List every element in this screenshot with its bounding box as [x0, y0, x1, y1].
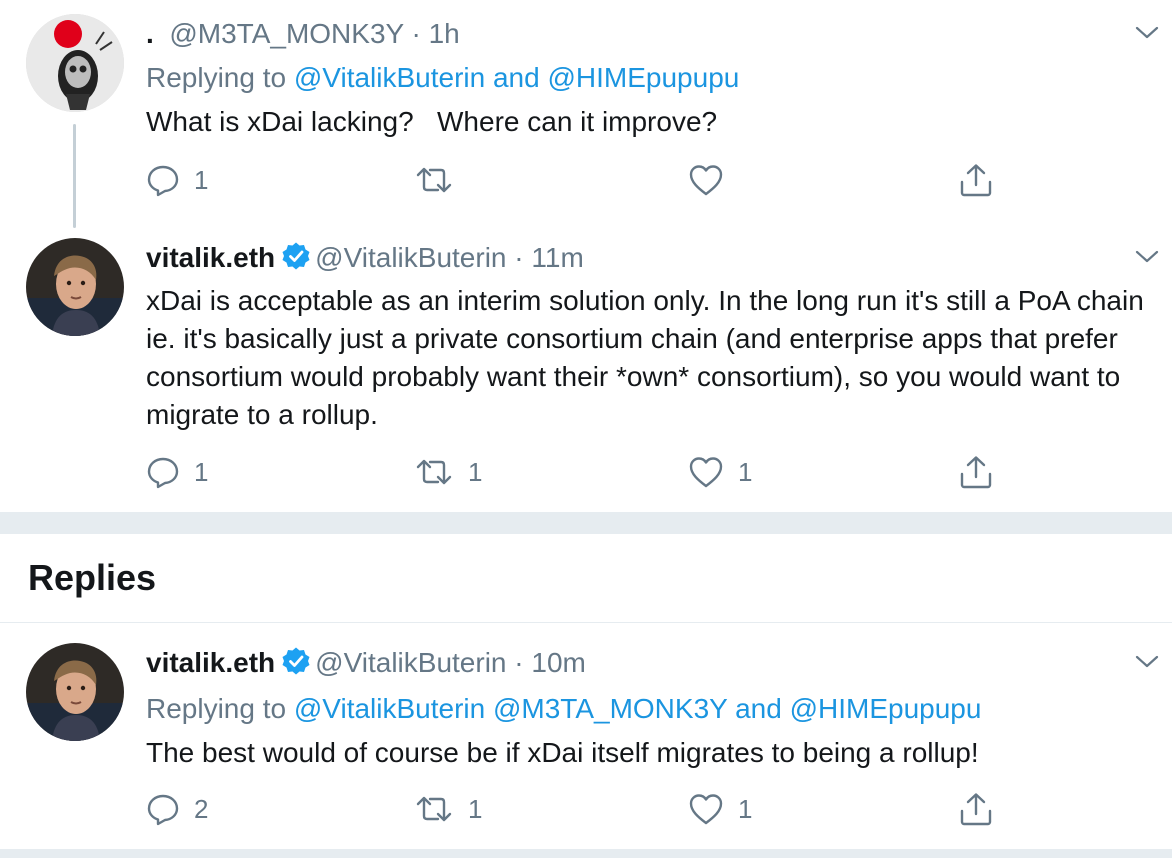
retweet-button[interactable]: 1	[414, 454, 482, 490]
separator-dot: ·	[514, 242, 532, 273]
separator-dot: ·	[411, 18, 429, 49]
retweet-icon	[416, 167, 452, 193]
share-icon	[960, 793, 992, 826]
tweet-header: . @M3TA_MONK3Y · 1h	[146, 16, 460, 52]
avatar-m3ta-monk3y[interactable]	[26, 14, 124, 112]
handle[interactable]: @VitalikButerin	[315, 242, 506, 273]
vitalik-avatar-image	[26, 238, 124, 336]
share-button[interactable]	[958, 454, 994, 490]
retweet-icon	[416, 796, 452, 822]
retweet-button[interactable]: 1	[414, 791, 482, 827]
chevron-down-icon[interactable]	[1134, 651, 1160, 671]
like-button[interactable]: 1	[688, 454, 752, 490]
retweet-count: 1	[468, 456, 483, 487]
replies-heading: Replies	[28, 557, 157, 598]
vitalik-avatar-image	[26, 643, 124, 741]
tweet-text: The best would of course be if xDai itse…	[146, 737, 979, 768]
like-icon	[689, 457, 723, 488]
like-icon	[689, 794, 723, 825]
timestamp[interactable]: 10m	[531, 647, 585, 678]
replying-to-label: Replying to	[146, 62, 287, 93]
tweet-header: vitalik.eth @VitalikButerin · 10m	[146, 645, 586, 681]
like-count: 1	[738, 793, 753, 824]
tweet-text: What is xDai lacking? Where can it impro…	[146, 106, 718, 137]
tweet-m3ta-monk3y[interactable]: . @M3TA_MONK3Y · 1h Replying to @Vitalik…	[0, 0, 1172, 230]
share-button[interactable]	[958, 162, 994, 198]
verified-icon	[282, 647, 310, 675]
reply-count: 1	[194, 164, 209, 195]
verified-icon	[282, 242, 310, 270]
reply-count: 1	[194, 456, 209, 487]
like-count: 1	[738, 456, 753, 487]
reply-button[interactable]: 1	[146, 454, 208, 490]
reply-icon	[147, 794, 179, 826]
replying-to-links[interactable]: @VitalikButerin @M3TA_MONK3Y and @HIMEpu…	[294, 693, 982, 724]
retweet-count: 1	[468, 793, 483, 824]
separator-dot: ·	[514, 647, 532, 678]
share-button[interactable]	[958, 791, 994, 827]
bottom-separator	[0, 849, 1172, 858]
section-separator	[0, 512, 1172, 534]
thread-connector-line	[73, 124, 76, 228]
display-name[interactable]: vitalik.eth	[146, 242, 275, 273]
like-button[interactable]: 1	[688, 791, 752, 827]
share-icon	[960, 164, 992, 197]
reply-icon	[147, 457, 179, 489]
reply-icon	[147, 165, 179, 197]
timestamp[interactable]: 11m	[531, 242, 583, 273]
chevron-down-icon[interactable]	[1134, 246, 1160, 266]
avatar-vitalik[interactable]	[26, 238, 124, 336]
retweet-icon	[416, 459, 452, 485]
tweet-header: vitalik.eth @VitalikButerin · 11m	[146, 240, 584, 276]
tweet-text: xDai is acceptable as an interim solutio…	[146, 285, 1144, 430]
like-icon	[689, 165, 723, 196]
reply-button[interactable]: 1	[146, 162, 208, 198]
reply-button[interactable]: 2	[146, 791, 208, 827]
retweet-button[interactable]	[414, 162, 468, 198]
replying-to-line: Replying to @VitalikButerin and @HIMEpup…	[146, 60, 739, 96]
replying-to-links[interactable]: @VitalikButerin and @HIMEpupupu	[294, 62, 739, 93]
skull-avatar-image	[26, 14, 124, 112]
chevron-down-icon[interactable]	[1134, 22, 1160, 42]
like-button[interactable]	[688, 162, 738, 198]
display-name[interactable]: vitalik.eth	[146, 647, 275, 678]
replying-to-label: Replying to	[146, 693, 287, 724]
tweet-vitalik-main[interactable]: vitalik.eth @VitalikButerin · 11m xDai i…	[0, 230, 1172, 512]
replying-to-line: Replying to @VitalikButerin @M3TA_MONK3Y…	[146, 691, 981, 727]
handle[interactable]: @VitalikButerin	[315, 647, 506, 678]
handle[interactable]: @M3TA_MONK3Y	[169, 18, 403, 49]
avatar-vitalik[interactable]	[26, 643, 124, 741]
reply-count: 2	[194, 793, 209, 824]
timestamp[interactable]: 1h	[429, 18, 460, 49]
tweet-vitalik-reply[interactable]: vitalik.eth @VitalikButerin · 10m Replyi…	[0, 623, 1172, 849]
share-icon	[960, 456, 992, 489]
display-name[interactable]: .	[146, 18, 154, 49]
